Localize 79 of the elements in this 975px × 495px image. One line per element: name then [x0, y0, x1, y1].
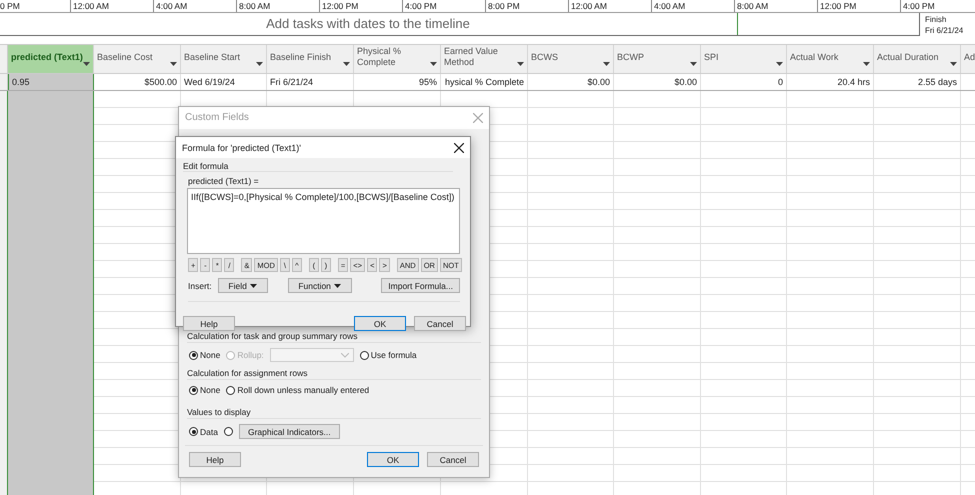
formula-field[interactable]: IIf([BCWS]=0,[Physical % Complete]/100,[BCWS]/[Baseline Cost]) [187, 188, 460, 254]
table-cell: 2.55 days [874, 74, 961, 90]
dropdown-arrow-icon [83, 62, 90, 66]
column-header[interactable]: predicted (Text1) [8, 45, 94, 73]
dialog-title: Formula for 'predicted (Text1)' [182, 142, 301, 152]
dropdown-arrow-icon [863, 62, 870, 66]
dropdown-arrow-icon [950, 62, 957, 66]
column-header[interactable]: Ad [961, 45, 975, 73]
dropdown-arrow-icon [256, 62, 263, 66]
table-cell: 20.4 hrs [787, 74, 874, 90]
section-label: Calculation for assignment rows [187, 368, 481, 380]
radio-button[interactable]: None [189, 385, 220, 395]
table-cell: 0.95 [8, 74, 94, 90]
timescale-label: 4:00 PM [900, 0, 975, 12]
dialog-button[interactable]: Cancel [414, 316, 466, 331]
graphical-indicators-button[interactable]: Graphical Indicators... [238, 424, 340, 439]
column-header[interactable]: Baseline Finish [267, 45, 354, 73]
table-cell: $0.00 [528, 74, 614, 90]
timescale-label: 8:00 AM [734, 0, 817, 12]
timescale-label: 12:00 PM [817, 0, 900, 12]
dropdown-arrow-icon [170, 62, 177, 66]
table-cell: 95% [354, 74, 441, 90]
timescale-label: 8:00 PM [485, 0, 568, 12]
table-cell: hysical % Complete [441, 74, 528, 90]
radio-button[interactable]: Roll down unless manually entered [226, 385, 370, 395]
table-cell: $0.00 [614, 74, 701, 90]
group-label: Edit formula [183, 161, 228, 171]
timescale-label: 4:00 AM [651, 0, 734, 12]
column-header[interactable]: Actual Duration [874, 45, 961, 73]
column-header[interactable]: SPI [701, 45, 787, 73]
table-cell: Wed 6/19/24 [181, 74, 267, 90]
finish-label: Finish [925, 14, 948, 25]
table-cell: $500.00 [94, 74, 181, 90]
dialog-button[interactable]: Cancel [427, 452, 479, 467]
timescale-label: 4:00 PM [402, 0, 485, 12]
column-header[interactable]: BCWP [614, 45, 701, 73]
table-cell: 0 [701, 74, 787, 90]
dropdown-arrow-icon [690, 62, 697, 66]
dropdown-arrow-icon [603, 62, 610, 66]
insert-label: Insert: [188, 280, 212, 290]
dialog-button[interactable]: OK [367, 452, 419, 467]
section-label: Values to display [187, 407, 481, 419]
dialog-title: Custom Fields [185, 112, 249, 124]
table-cell: Fri 6/21/24 [267, 74, 354, 90]
radio-button[interactable]: None [189, 350, 220, 360]
dropdown-arrow-icon [517, 62, 524, 66]
dropdown-arrow-icon [250, 284, 257, 288]
timescale-label: 4:00 AM [153, 0, 236, 12]
timescale-label: 0 PM [0, 0, 21, 12]
column-header[interactable]: Baseline Start [181, 45, 267, 73]
menu-button[interactable]: Function [288, 278, 352, 293]
column-header[interactable]: Actual Work [787, 45, 874, 73]
dropdown-arrow-icon [776, 62, 783, 66]
radio-button[interactable]: Use formula [360, 350, 417, 360]
rollup-dropdown[interactable] [270, 348, 354, 362]
dropdown-arrow-icon [430, 62, 437, 66]
column-header[interactable]: Physical % Complete [354, 45, 441, 73]
row-header[interactable] [0, 74, 8, 90]
close-icon[interactable] [454, 142, 464, 152]
timescale-label: 8:00 AM [236, 0, 319, 12]
column-header[interactable]: BCWS [528, 45, 614, 73]
timescale-label: 12:00 PM [319, 0, 402, 12]
dialog-button[interactable]: Help [189, 452, 241, 467]
finish-date: Fri 6/21/24 [925, 25, 964, 36]
dialog-button[interactable]: OK [354, 316, 406, 331]
radio-button[interactable] [224, 427, 233, 436]
timescale-label: 12:00 AM [70, 0, 153, 12]
column-header[interactable]: Earned Value Method [441, 45, 528, 73]
column-header[interactable]: Baseline Cost [94, 45, 181, 73]
field-label: predicted (Text1) = [188, 176, 260, 186]
timescale-label: 12:00 AM [568, 0, 651, 12]
import-formula-button[interactable]: Import Formula... [381, 278, 460, 293]
dropdown-arrow-icon [334, 284, 341, 288]
menu-button[interactable]: Field [218, 278, 268, 293]
timeline-bar[interactable]: Add tasks with dates to the timeline [0, 13, 920, 36]
chevron-down-icon [340, 352, 349, 358]
dialog-button[interactable]: Help [183, 316, 235, 331]
radio-button[interactable]: Data [189, 426, 218, 436]
dropdown-arrow-icon [343, 62, 350, 66]
